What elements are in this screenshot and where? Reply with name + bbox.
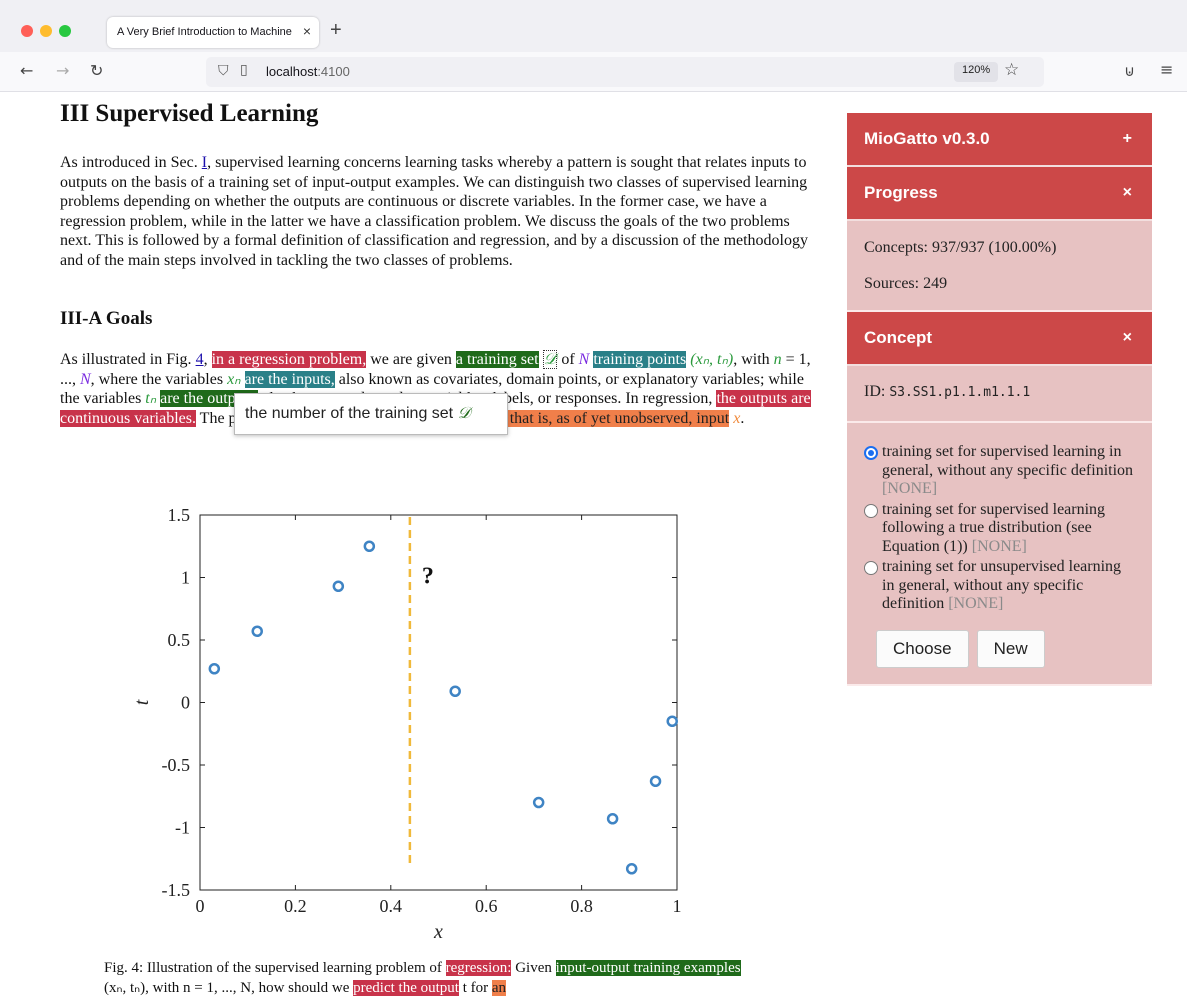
x-tick-label: 1 [673, 896, 682, 916]
back-arrow-icon[interactable]: ← [20, 61, 33, 80]
browser-nav-bar: ← → ↻ ⛉ ▯ localhost:4100 120% ☆ ⊍ ≡ [0, 52, 1187, 92]
x-tick-label: 0 [196, 896, 205, 916]
section-title: III Supervised Learning [60, 100, 319, 127]
window-minimize-button[interactable] [40, 25, 52, 37]
annotated-span-inputs[interactable]: are the inputs, [244, 370, 335, 388]
window-close-button[interactable] [21, 25, 33, 37]
browser-tab-bar: A Very Brief Introduction to Machine × + [0, 0, 1187, 52]
tab-title: A Very Brief Introduction to Machine [117, 26, 292, 38]
y-tick-label: -1 [175, 818, 190, 838]
annotated-span-training-set[interactable]: a training set [455, 351, 539, 368]
x-tick-label: 0.6 [475, 896, 498, 916]
y-axis-label: t [131, 699, 153, 705]
concept-id-row: ID: S3.SS1.p1.1.m1.1.1 [847, 366, 1152, 423]
subsection-title: III-A Goals [60, 308, 153, 329]
caption-span-regression[interactable]: regression: [445, 960, 512, 976]
caption-span-predict[interactable]: predict the output [353, 980, 459, 996]
data-point [208, 663, 221, 675]
math-pair-xn-tn[interactable]: (xₙ, tₙ) [690, 351, 733, 368]
hover-tooltip: the number of the training set 𝒟 [234, 393, 508, 435]
data-point [363, 540, 376, 552]
data-point [332, 580, 345, 592]
x-tick-label: 0.4 [380, 896, 403, 916]
figure-link[interactable]: 4 [196, 351, 204, 368]
window-zoom-button[interactable] [59, 25, 71, 37]
tab-close-icon[interactable]: × [303, 23, 311, 39]
new-button[interactable]: New [976, 629, 1045, 668]
panel-header-miogatto[interactable]: MioGatto v0.3.0 + [847, 113, 1152, 167]
plot-frame [199, 514, 678, 891]
y-tick-label: 1 [181, 568, 190, 588]
y-tick-label: -0.5 [162, 755, 191, 775]
x-axis-label: x [433, 921, 443, 943]
concept-option[interactable]: training set for supervised learning in … [864, 443, 1135, 499]
panel-header-progress[interactable]: Progress × [847, 167, 1152, 221]
math-identifier-D[interactable]: 𝒟 [542, 350, 558, 369]
new-tab-button[interactable]: + [330, 19, 342, 42]
data-point [649, 775, 662, 787]
pocket-icon[interactable]: ⊍ [1124, 62, 1135, 80]
caption-span-an[interactable]: an [491, 980, 507, 996]
panel-header-concept[interactable]: Concept × [847, 312, 1152, 366]
y-tick-label: 1.5 [168, 505, 191, 525]
page-icon: ▯ [240, 62, 248, 78]
x-tick-label: 0.2 [284, 896, 307, 916]
browser-tab-active[interactable]: A Very Brief Introduction to Machine × [107, 17, 319, 48]
data-point [251, 625, 263, 637]
data-point [666, 715, 678, 727]
math-identifier-tn[interactable]: tₙ [145, 390, 156, 407]
sources-count: Sources: 249 [864, 275, 948, 292]
url-text[interactable]: localhost:4100 [266, 64, 350, 79]
annotated-span-regression[interactable]: in a regression problem, [211, 351, 367, 368]
caption-span-examples[interactable]: input-output training examples [555, 960, 741, 976]
x-tick-label: 0.8 [570, 896, 593, 916]
collapse-x-icon[interactable]: × [1123, 184, 1132, 202]
figure-caption: Fig. 4: Illustration of the supervised l… [104, 960, 741, 996]
url-bar[interactable]: ⛉ ▯ localhost:4100 120% ☆ [206, 57, 1044, 87]
miogatto-panel: MioGatto v0.3.0 + Progress × Concepts: 9… [847, 113, 1152, 686]
intro-paragraph: As introduced in Sec. I, supervised lear… [60, 154, 808, 269]
forward-arrow-icon[interactable]: → [56, 61, 69, 80]
data-point [625, 863, 638, 875]
reload-icon[interactable]: ↻ [90, 61, 103, 80]
y-tick-label: -1.5 [162, 880, 191, 900]
panel-title: MioGatto v0.3.0 [864, 129, 990, 148]
concepts-count: Concepts: 937/937 (100.00%) [864, 239, 1057, 256]
y-tick-label: 0.5 [168, 630, 191, 650]
bookmark-star-icon[interactable]: ☆ [1004, 60, 1019, 80]
expand-plus-icon[interactable]: + [1123, 130, 1132, 148]
math-identifier-xn[interactable]: xₙ [227, 371, 240, 388]
concept-option[interactable]: training set for unsupervised learning i… [864, 558, 1135, 614]
concept-option[interactable]: training set for supervised learning fol… [864, 501, 1135, 557]
radio-button[interactable] [864, 503, 878, 518]
radio-button[interactable] [864, 561, 878, 575]
math-identifier-n[interactable]: n [774, 351, 782, 368]
math-identifier-N[interactable]: N [579, 351, 590, 368]
zoom-level-badge[interactable]: 120% [954, 62, 999, 82]
concept-title: Concept [864, 328, 932, 347]
choose-button[interactable]: Choose [876, 629, 969, 668]
progress-body: Concepts: 937/937 (100.00%) Sources: 249 [847, 221, 1152, 312]
data-point [606, 813, 619, 825]
radio-button-selected[interactable] [864, 446, 878, 460]
data-point [532, 796, 545, 809]
collapse-x-icon[interactable]: × [1123, 329, 1132, 347]
concept-options: training set for supervised learning in … [847, 423, 1152, 686]
data-point [449, 685, 461, 697]
y-tick-label: 0 [181, 693, 190, 713]
math-identifier-N[interactable]: N [80, 371, 91, 388]
regression-scatter-plot: 0 0.2 0.4 0.6 0.8 1 1.5 1 0.5 0 -0.5 -1 -1.5 x t? [131, 505, 682, 943]
annotated-span-training-points[interactable]: training points [593, 351, 687, 368]
shield-icon[interactable]: ⛉ [218, 63, 229, 79]
concept-id-value: S3.SS1.p1.1.m1.1.1 [889, 385, 1031, 400]
question-mark-annotation: ? [422, 564, 434, 590]
progress-title: Progress [864, 183, 938, 202]
hamburger-menu-icon[interactable]: ≡ [1160, 60, 1173, 79]
